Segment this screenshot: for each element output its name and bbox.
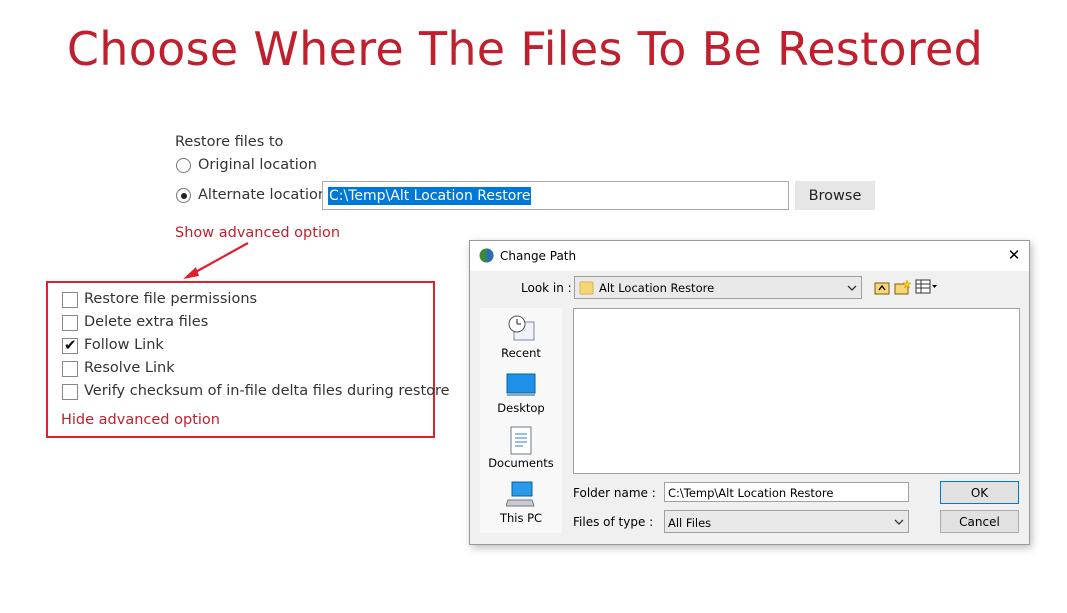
browse-button[interactable]: Browse [795,181,875,210]
restore-heading: Restore files to [175,134,284,150]
folder-name-value: C:\Temp\Alt Location Restore [668,486,834,500]
dialog-title: Change Path [500,249,577,263]
folder-name-input[interactable]: C:\Temp\Alt Location Restore [664,482,909,502]
alternate-location-label[interactable]: Alternate location [198,187,327,203]
place-this-pc[interactable]: This PC [480,511,562,525]
close-icon[interactable]: ✕ [1000,245,1028,267]
alternate-location-radio[interactable] [176,188,191,203]
place-documents[interactable]: Documents [480,456,562,470]
show-advanced-link[interactable]: Show advanced option [175,225,340,241]
folder-icon [579,281,594,295]
ok-button[interactable]: OK [940,481,1019,504]
original-location-radio[interactable] [176,158,191,173]
desktop-icon[interactable] [506,372,536,398]
files-of-type-label: Files of type : [573,515,654,529]
restore-path-value: C:\Temp\Alt Location Restore [328,187,532,205]
documents-icon[interactable] [508,426,534,456]
look-in-value: Alt Location Restore [599,281,715,295]
pointer-arrow-icon [183,242,249,279]
follow-link-checkbox[interactable]: ✔ [62,337,78,354]
verify-checksum-label[interactable]: Verify checksum of in-file delta files d… [84,383,450,399]
resolve-link-label[interactable]: Resolve Link [84,360,175,376]
place-recent[interactable]: Recent [480,346,562,360]
recent-icon[interactable] [506,314,536,344]
follow-link-label[interactable]: Follow Link [84,337,164,353]
restore-path-input[interactable]: C:\Temp\Alt Location Restore [322,181,789,210]
folder-list-view[interactable] [573,308,1020,474]
page-title: Choose Where The Files To Be Restored [66,22,984,76]
delete-extra-files-label[interactable]: Delete extra files [84,314,208,330]
folder-name-label: Folder name : [573,486,656,500]
look-in-label: Look in : [521,281,572,295]
hide-advanced-link[interactable]: Hide advanced option [61,412,220,428]
chevron-down-icon [847,285,857,291]
chevron-down-icon [894,519,904,525]
files-of-type-combo[interactable]: All Files [664,510,909,533]
original-location-label[interactable]: Original location [198,157,317,173]
resolve-link-checkbox[interactable] [62,361,78,377]
this-pc-icon[interactable] [506,480,536,508]
checkmark-icon: ✔ [64,337,77,354]
files-of-type-value: All Files [668,516,712,530]
new-folder-icon[interactable] [894,278,912,296]
verify-checksum-checkbox[interactable] [62,384,78,400]
cancel-button[interactable]: Cancel [940,510,1019,533]
app-logo-icon [479,248,494,263]
restore-permissions-checkbox[interactable] [62,292,78,308]
change-path-dialog: Change Path ✕ Look in : Alt Location Res… [469,240,1030,545]
places-bar: Recent Desktop Documents This PC [480,308,562,533]
delete-extra-files-checkbox[interactable] [62,315,78,331]
view-menu-icon[interactable] [915,279,939,295]
up-folder-icon[interactable] [873,278,891,296]
look-in-combo[interactable]: Alt Location Restore [574,276,862,299]
place-desktop[interactable]: Desktop [480,401,562,415]
dialog-titlebar[interactable]: Change Path ✕ [470,241,1029,271]
restore-permissions-label[interactable]: Restore file permissions [84,291,257,307]
